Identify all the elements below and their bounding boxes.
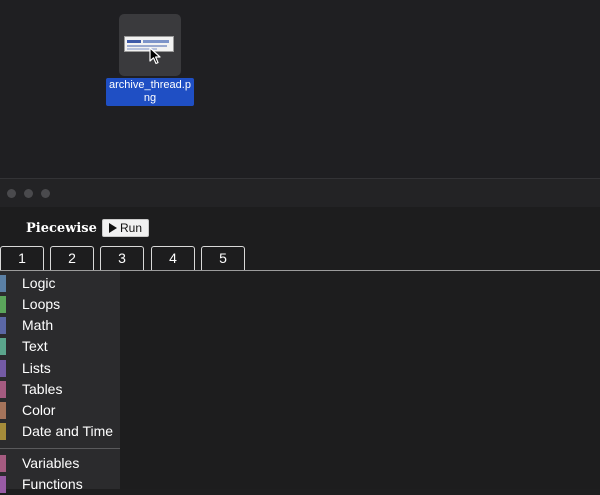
category-color-swatch (0, 423, 6, 440)
tab-5[interactable]: 5 (201, 246, 245, 270)
category-label: Variables (22, 455, 80, 471)
title-bar[interactable] (0, 179, 600, 207)
category-color-swatch (0, 317, 6, 334)
category-color-swatch (0, 455, 6, 472)
category-color-swatch (0, 381, 6, 398)
tab-2[interactable]: 2 (50, 246, 94, 270)
category-label: Lists (22, 360, 51, 376)
category-date-and-time[interactable]: Date and Time (0, 421, 120, 442)
category-logic[interactable]: Logic (0, 273, 120, 294)
workspace-tabs: 1 2 3 4 5 (0, 246, 600, 270)
file-name-label[interactable]: archive_thread.png (106, 78, 194, 106)
app-window: Piecewise Run 1 2 3 4 5 Logic Loops Math… (0, 178, 600, 493)
tab-4[interactable]: 4 (151, 246, 195, 270)
tab-3[interactable]: 3 (100, 246, 144, 270)
category-color-swatch (0, 360, 6, 377)
run-button-label: Run (120, 221, 143, 235)
category-label: Math (22, 317, 54, 333)
close-window-button[interactable] (7, 189, 16, 198)
category-label: Text (22, 338, 48, 354)
desktop: archive_thread.png (0, 0, 600, 180)
category-variables[interactable]: Variables (0, 453, 120, 474)
category-label: Tables (22, 381, 63, 397)
category-color-swatch (0, 338, 6, 355)
category-label: Functions (22, 476, 83, 492)
app-title: Piecewise (26, 221, 97, 236)
category-lists[interactable]: Lists (0, 358, 120, 379)
arrow-cursor-icon (149, 47, 161, 65)
run-button[interactable]: Run (102, 219, 150, 237)
category-color-swatch (0, 402, 6, 419)
zoom-window-button[interactable] (41, 189, 50, 198)
category-color[interactable]: Color (0, 400, 120, 421)
category-loops[interactable]: Loops (0, 294, 120, 315)
category-color-swatch (0, 296, 6, 313)
category-tables[interactable]: Tables (0, 379, 120, 400)
category-label: Color (22, 402, 56, 418)
minimize-window-button[interactable] (24, 189, 33, 198)
category-label: Logic (22, 275, 56, 291)
tab-1[interactable]: 1 (0, 246, 44, 270)
category-label: Loops (22, 296, 61, 312)
category-functions[interactable]: Functions (0, 474, 120, 495)
category-color-swatch (0, 476, 6, 493)
category-color-swatch (0, 275, 6, 292)
category-math[interactable]: Math (0, 315, 120, 336)
play-icon (109, 223, 117, 233)
image-file-icon[interactable] (119, 14, 181, 76)
category-label: Date and Time (22, 423, 114, 439)
category-text[interactable]: Text (0, 336, 120, 357)
category-separator (0, 448, 120, 449)
block-category-toolbox: Logic Loops Math Text Lists Tables Color (0, 271, 120, 493)
desktop-file-item[interactable]: archive_thread.png (104, 14, 196, 106)
